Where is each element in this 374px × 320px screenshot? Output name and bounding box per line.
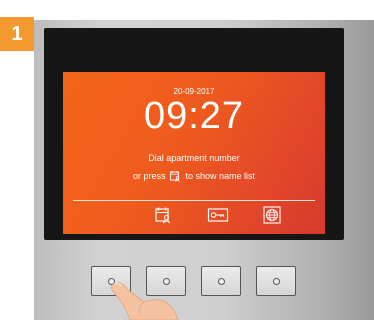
globe-icon[interactable] bbox=[263, 206, 281, 224]
screen-divider bbox=[73, 200, 315, 201]
instruction-prefix: or press bbox=[132, 171, 166, 181]
instruction-suffix: to show name list bbox=[185, 171, 256, 181]
dial-instruction: Dial apartment number bbox=[148, 153, 240, 163]
physical-button-4[interactable] bbox=[256, 266, 296, 296]
step-number: 1 bbox=[11, 22, 23, 45]
physical-button-3[interactable] bbox=[201, 266, 241, 296]
pressing-finger-illustration bbox=[110, 282, 179, 320]
contacts-icon bbox=[170, 171, 181, 182]
key-icon[interactable] bbox=[207, 206, 229, 224]
button-indicator bbox=[273, 278, 280, 285]
display-screen: 20-09-2017 09:27 Dial apartment number o… bbox=[63, 72, 325, 234]
step-number-badge: 1 bbox=[0, 17, 34, 51]
name-list-instruction: or press to show name list bbox=[63, 170, 325, 182]
button-indicator bbox=[218, 278, 225, 285]
clock-time: 09:27 bbox=[143, 95, 245, 137]
contacts-icon[interactable] bbox=[154, 206, 172, 224]
